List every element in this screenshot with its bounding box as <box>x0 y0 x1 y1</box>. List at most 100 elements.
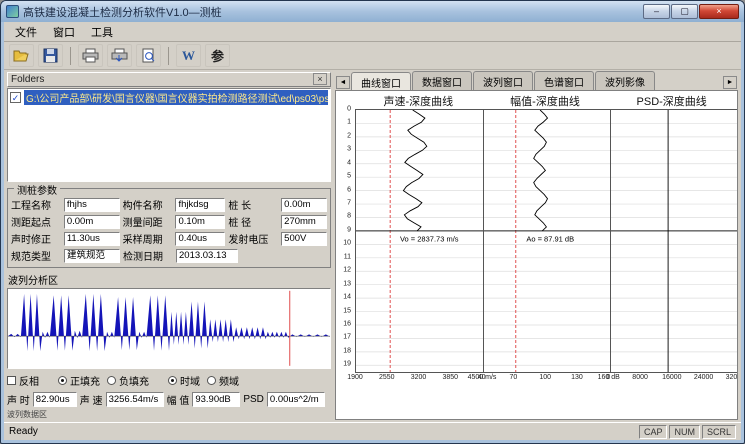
chart-title-1: 声速-深度曲线 <box>355 93 482 109</box>
titlebar[interactable]: 高铁建设混凝土检测分析软件V1.0—测桩 – ▢ × <box>1 1 744 22</box>
export-print-button[interactable] <box>107 44 132 67</box>
waveform-note: 波列数据区 <box>7 409 331 420</box>
pile-params-group: 测桩参数 工程名称fhjhs构件名称fhjkdsg桩 长0.00m测距起点0.0… <box>7 188 331 268</box>
menu-item-窗口[interactable]: 窗口 <box>45 22 83 42</box>
param-value[interactable]: 2013.03.13 <box>176 249 238 263</box>
x-tick: 130 <box>571 374 583 381</box>
chart-title-2: 幅值-深度曲线 <box>482 93 609 109</box>
param-value[interactable]: 0.10m <box>175 215 225 229</box>
file-list[interactable]: ✓ G:\公司产品部\研发\国言仪器\国言仪器实拍检测路径测试\ed\ps03\… <box>7 88 331 183</box>
param-value[interactable]: 0.40us <box>175 232 225 246</box>
control-label: 正填充 <box>70 373 100 388</box>
measure-value: 82.90us <box>33 392 77 407</box>
depth-tick: 6 <box>347 186 351 193</box>
checkbox-反相[interactable] <box>7 376 16 385</box>
param-value[interactable]: fhjhs <box>64 198 120 212</box>
radio-正填充[interactable] <box>58 376 67 385</box>
param-value[interactable]: 0.00m <box>64 215 120 229</box>
measure-value: 0.00us^2/m <box>267 392 325 407</box>
control-负填充[interactable]: 负填充 <box>107 373 149 388</box>
measure-label: 声 速 <box>80 392 103 407</box>
app-window: 高铁建设混凝土检测分析软件V1.0—测桩 – ▢ × 文件窗口工具 <box>0 0 745 444</box>
chart-svg-3 <box>611 110 738 372</box>
series-curve <box>534 110 548 231</box>
open-file-button[interactable] <box>9 44 34 67</box>
radio-时域[interactable] <box>168 376 177 385</box>
tab-波列窗口[interactable]: 波列窗口 <box>473 71 533 90</box>
tab-数据窗口[interactable]: 数据窗口 <box>412 71 472 90</box>
x-axis-3: 08000160002400032000 <box>608 373 735 385</box>
print-button[interactable] <box>78 44 103 67</box>
tab-色谱窗口[interactable]: 色谱窗口 <box>534 71 594 90</box>
chart-annotation: Ao = 87.91 dB <box>526 235 574 244</box>
folders-close-button[interactable]: × <box>313 73 327 85</box>
main-area: Folders × ✓ G:\公司产品部\研发\国言仪器\国言仪器实拍检测路径测… <box>4 70 741 422</box>
param-value[interactable]: 270mm <box>281 215 327 229</box>
open-folder-icon <box>13 49 30 63</box>
depth-tick: 7 <box>347 200 351 207</box>
param-value[interactable]: 建筑规范 <box>64 249 120 263</box>
status-key-NUM: NUM <box>669 425 700 439</box>
chart-plot-1[interactable]: Vo = 2837.73 m/s <box>356 110 483 372</box>
param-label: 构件名称 <box>123 197 173 212</box>
control-反相[interactable]: 反相 <box>7 373 39 388</box>
tab-波列影像[interactable]: 波列影像 <box>595 71 655 90</box>
chart-plot-3[interactable] <box>610 110 737 372</box>
control-正填充[interactable]: 正填充 <box>58 373 100 388</box>
preview-button[interactable] <box>136 44 161 67</box>
word-icon: W <box>182 48 195 64</box>
menu-item-工具[interactable]: 工具 <box>83 22 121 42</box>
control-label: 反相 <box>19 373 39 388</box>
waveform-plot <box>8 289 330 368</box>
series-curve <box>403 110 426 231</box>
maximize-button[interactable]: ▢ <box>671 4 698 19</box>
measure-label: 声 时 <box>7 392 30 407</box>
depth-tick: 8 <box>347 213 351 220</box>
depth-tick: 2 <box>347 132 351 139</box>
control-频域[interactable]: 频域 <box>207 373 239 388</box>
depth-tick: 1 <box>347 119 351 126</box>
param-value[interactable]: 0.00m <box>281 198 327 212</box>
control-时域[interactable]: 时域 <box>168 373 200 388</box>
tab-曲线窗口[interactable]: 曲线窗口 <box>351 72 411 91</box>
window-title: 高铁建设混凝土检测分析软件V1.0—测桩 <box>23 4 643 20</box>
file-checkbox[interactable]: ✓ <box>10 92 21 103</box>
x-tick: 3850 <box>442 374 458 381</box>
param-value[interactable]: fhjkdsg <box>175 198 225 212</box>
word-export-button[interactable]: W <box>176 44 201 67</box>
radio-负填充[interactable] <box>107 376 116 385</box>
save-button[interactable] <box>38 44 63 67</box>
depth-axis: 012345678910111213141516171819 <box>338 109 353 373</box>
minimize-button[interactable]: – <box>643 4 670 19</box>
chart-plot-2[interactable]: Ao = 87.91 dB <box>483 110 610 372</box>
x-axis-1: 19002550320038504500 m/s <box>355 373 482 385</box>
chart-panel: ◄ 曲线窗口数据窗口波列窗口色谱窗口波列影像 ► 声速-深度曲线幅值-深度曲线P… <box>335 72 738 420</box>
charts-wrap: 声速-深度曲线幅值-深度曲线PSD-深度曲线 Vo = 2837.73 m/sA… <box>338 93 735 385</box>
depth-tick: 13 <box>343 280 351 287</box>
folders-title: Folders <box>11 74 313 85</box>
tab-scroll-right-button[interactable]: ► <box>723 76 737 89</box>
param-value[interactable]: 500V <box>281 232 327 246</box>
folders-header: Folders × <box>7 72 331 87</box>
file-path: G:\公司产品部\研发\国言仪器\国言仪器实拍检测路径测试\ed\ps03\ps… <box>24 90 328 105</box>
params-button[interactable]: 参 <box>205 44 230 67</box>
depth-tick: 17 <box>343 334 351 341</box>
depth-tick: 4 <box>347 159 351 166</box>
param-value[interactable]: 11.30us <box>64 232 120 246</box>
depth-tick: 12 <box>343 267 351 274</box>
param-label: 发射电压 <box>228 231 278 246</box>
waveform-panel[interactable] <box>7 288 331 369</box>
tab-strip: ◄ 曲线窗口数据窗口波列窗口色谱窗口波列影像 ► <box>335 72 738 90</box>
param-row: 规范类型建筑规范检测日期2013.03.13 <box>11 248 327 263</box>
radio-频域[interactable] <box>207 376 216 385</box>
file-item[interactable]: ✓ G:\公司产品部\研发\国言仪器\国言仪器实拍检测路径测试\ed\ps03\… <box>8 89 330 106</box>
tab-scroll-left-button[interactable]: ◄ <box>336 76 350 89</box>
x-axis-2: 4070100130160 dB <box>482 373 609 385</box>
x-tick: 3200 <box>411 374 427 381</box>
depth-tick: 15 <box>343 307 351 314</box>
menu-item-文件[interactable]: 文件 <box>7 22 45 42</box>
depth-tick: 14 <box>343 294 351 301</box>
x-tick: 70 <box>510 374 518 381</box>
x-tick: 1900 <box>347 374 363 381</box>
close-button[interactable]: × <box>699 4 739 19</box>
